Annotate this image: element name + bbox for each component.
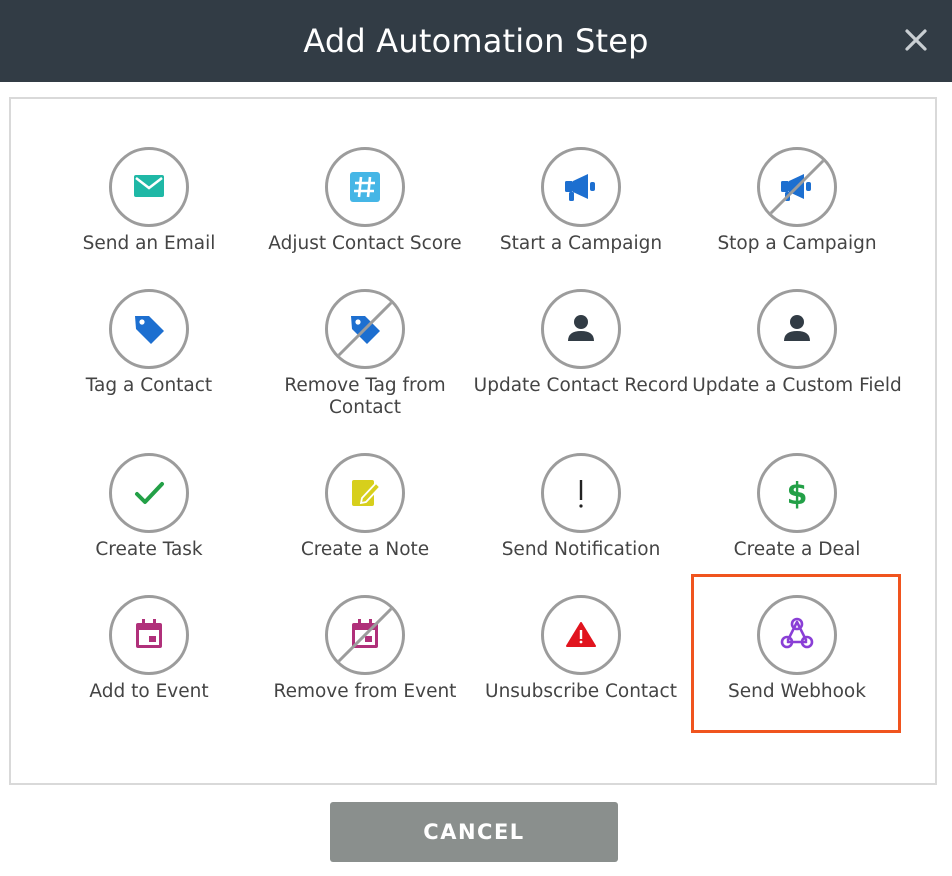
step-add-to-event[interactable]: Add to Event	[41, 595, 257, 735]
step-label: Remove from Event	[273, 681, 457, 702]
step-label: Add to Event	[89, 681, 209, 702]
modal-title: Add Automation Step	[303, 22, 649, 60]
step-label: Create Task	[95, 539, 203, 560]
envelope-icon	[134, 175, 164, 197]
cancel-button[interactable]: CANCEL	[330, 802, 618, 862]
modal-header: Add Automation Step	[0, 0, 952, 82]
calendar-icon	[136, 619, 162, 648]
step-send-webhook[interactable]: Send Webhook	[689, 595, 905, 735]
close-icon	[905, 29, 927, 51]
step-label: Create a Note	[300, 539, 430, 560]
step-unsubscribe-contact[interactable]: Unsubscribe Contact	[473, 595, 689, 735]
step-adjust-contact-score[interactable]: Adjust Contact Score	[257, 147, 473, 287]
step-label: Adjust Contact Score	[268, 233, 462, 254]
step-create-deal[interactable]: $ Create a Deal	[689, 453, 905, 593]
warning-icon	[566, 622, 596, 647]
svg-text:$: $	[787, 477, 808, 512]
megaphone-icon	[565, 174, 595, 201]
step-label: Send Notification	[501, 539, 661, 560]
megaphone-slash-icon	[768, 158, 826, 216]
webhook-icon	[780, 617, 814, 649]
checkmark-icon	[135, 482, 164, 504]
step-label: Send an Email	[82, 233, 216, 254]
step-send-notification[interactable]: Send Notification	[473, 453, 689, 593]
step-label: Start a Campaign	[499, 233, 663, 254]
hashtag-icon	[350, 172, 380, 202]
step-remove-tag[interactable]: Remove Tag from Contact	[257, 289, 473, 429]
tag-slash-icon	[336, 300, 394, 358]
step-remove-from-event[interactable]: Remove from Event	[257, 595, 473, 735]
person-icon	[568, 315, 594, 341]
exclamation-icon	[579, 480, 583, 508]
step-label: Stop a Campaign	[717, 233, 877, 254]
steps-panel: Send an Email Adjust Contact Score Start…	[9, 97, 937, 785]
note-edit-icon	[352, 480, 382, 506]
step-create-task[interactable]: Create Task	[41, 453, 257, 593]
tag-icon	[135, 316, 164, 344]
step-label: Send Webhook	[728, 681, 866, 702]
dollar-icon: $	[787, 477, 808, 512]
step-label: Remove Tag from Contact	[284, 375, 446, 418]
step-label: Update a Custom Field	[692, 375, 902, 396]
step-label: Create a Deal	[733, 539, 861, 560]
step-label: Unsubscribe Contact	[485, 681, 677, 702]
step-create-note[interactable]: Create a Note	[257, 453, 473, 593]
step-update-contact-record[interactable]: Update Contact Record	[473, 289, 689, 429]
person-icon	[784, 315, 810, 341]
step-start-campaign[interactable]: Start a Campaign	[473, 147, 689, 287]
calendar-slash-icon	[336, 606, 394, 664]
step-stop-campaign[interactable]: Stop a Campaign	[689, 147, 905, 287]
step-tag-contact[interactable]: Tag a Contact	[41, 289, 257, 429]
step-label: Tag a Contact	[85, 375, 213, 396]
close-button[interactable]	[902, 26, 930, 54]
step-label: Update Contact Record	[473, 375, 689, 396]
step-send-email[interactable]: Send an Email	[41, 147, 257, 287]
step-update-custom-field[interactable]: Update a Custom Field	[689, 289, 905, 429]
